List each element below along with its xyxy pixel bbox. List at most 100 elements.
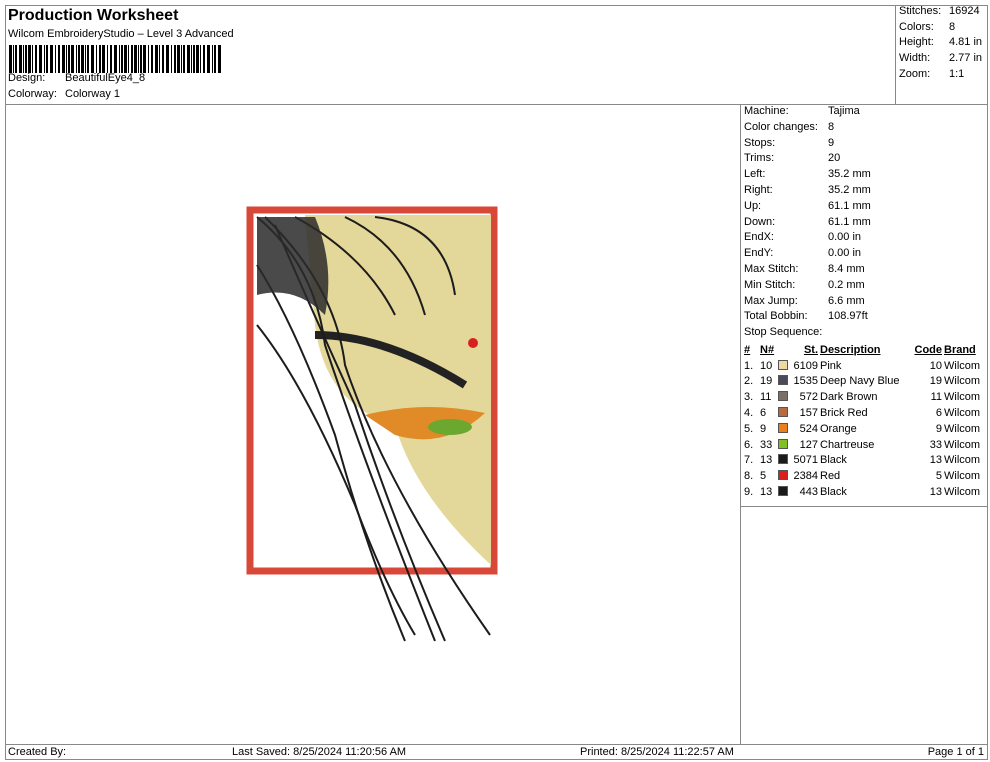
machine-info: Machine: Tajima Color changes: 8 Stops: 9 Trim… (741, 105, 988, 326)
brand: Wilcom (944, 407, 981, 420)
stat-row: Width: 2.77 in (896, 52, 988, 68)
stat-value: 16924 (949, 5, 980, 17)
machine-row: Max Jump: 6.6 mm (741, 295, 988, 311)
needle-number: 11 (760, 391, 772, 404)
machine-row: EndY: 0.00 in (741, 247, 988, 263)
stat-label: Stitches: (899, 5, 942, 17)
colorway-row: Colorway: Colorway 1 (8, 88, 120, 100)
page-title: Production Worksheet (8, 7, 179, 24)
stop-number: 9. (744, 486, 754, 499)
colorway-name: Colorway 1 (65, 88, 121, 100)
machine-value: 8.4 mm (828, 262, 865, 275)
stat-row: Colors: 8 (896, 21, 988, 37)
machine-row: Stops: 9 (741, 137, 988, 153)
table-row: 8. 5 2384 Red 5 Wilcom (743, 468, 981, 484)
stitch-count: 572 (799, 391, 818, 404)
color-code: 9 (935, 422, 942, 435)
stop-number: 2. (744, 375, 754, 388)
stop-number: 3. (744, 391, 754, 404)
machine-value: Tajima (828, 105, 860, 117)
machine-value: 6.6 mm (828, 294, 865, 307)
stat-label: Colors: (899, 20, 934, 33)
software-name: Wilcom EmbroideryStudio – Level 3 Advanc… (8, 28, 234, 40)
color-swatch (778, 486, 788, 497)
color-description: Red (820, 470, 841, 483)
brand: Wilcom (944, 438, 981, 451)
color-swatch (778, 422, 788, 433)
stitch-count: 127 (799, 438, 818, 451)
needle-number: 33 (760, 438, 773, 451)
color-code: 19 (929, 375, 942, 388)
machine-label: Max Jump: (744, 294, 798, 307)
color-swatch (778, 470, 788, 481)
table-row: 2. 19 1535 Deep Navy Blue 19 Wilcom (743, 374, 981, 390)
machine-value: 9 (828, 136, 835, 149)
needle-number: 5 (760, 470, 767, 483)
stop-number: 6. (744, 438, 754, 451)
machine-label: Stops: (744, 136, 776, 149)
stitch-count: 157 (799, 407, 818, 420)
machine-label: Up: (744, 199, 762, 212)
machine-label: Color changes: (744, 120, 818, 133)
stat-label: Width: (899, 52, 931, 65)
machine-label: Min Stitch: (744, 278, 796, 291)
machine-value: 8 (828, 120, 835, 133)
table-row: 5. 9 524 Orange 9 Wilcom (743, 421, 981, 437)
printed-date: Printed: 8/25/2024 11:22:57 AM (580, 746, 734, 758)
color-description: Black (820, 454, 847, 467)
color-swatch (778, 359, 788, 370)
stat-row: Zoom: 1:1 (896, 68, 988, 84)
info-panel: Machine: Tajima Color changes: 8 Stops: 9 Trim… (740, 105, 988, 744)
color-description: Black (820, 486, 847, 499)
needle-number: 9 (760, 422, 767, 435)
color-description: Pink (820, 359, 842, 372)
brand: Wilcom (944, 486, 981, 499)
stat-label: Height: (899, 36, 934, 49)
stop-number: 1. (744, 359, 754, 372)
column-header: N# (760, 343, 775, 356)
machine-label: EndY: (744, 247, 774, 260)
column-header: Code (914, 343, 943, 356)
brand: Wilcom (944, 454, 981, 467)
stop-sequence-table: # N# St. Description Code Brand 1. 10 6109 Pi… (743, 342, 981, 500)
table-row: 3. 11 572 Dark Brown 11 Wilcom (743, 389, 981, 405)
stitch-count: 5071 (793, 454, 818, 467)
machine-value: 61.1 mm (828, 215, 871, 228)
color-description: Chartreuse (820, 438, 875, 451)
table-row: 9. 13 443 Black 13 Wilcom (743, 484, 981, 500)
machine-value: 35.2 mm (828, 183, 871, 196)
machine-label: Trims: (744, 152, 775, 165)
needle-number: 19 (760, 375, 773, 388)
design-label: Design: (8, 72, 46, 84)
stats-box: Stitches: 16924 Colors: 8 Height: 4.81 in Widt… (895, 5, 988, 105)
column-header: Description (820, 343, 881, 356)
machine-row: Max Stitch: 8.4 mm (741, 263, 988, 279)
machine-row: Min Stitch: 0.2 mm (741, 279, 988, 295)
color-swatch (778, 407, 788, 418)
machine-row: Right: 35.2 mm (741, 184, 988, 200)
machine-row: Down: 61.1 mm (741, 216, 988, 232)
machine-value: 20 (828, 152, 841, 165)
machine-label: Machine: (744, 105, 789, 117)
color-swatch (778, 375, 788, 386)
brand: Wilcom (944, 375, 981, 388)
design-preview (245, 205, 505, 648)
brand: Wilcom (944, 391, 981, 404)
machine-label: Max Stitch: (744, 262, 799, 275)
color-code: 33 (929, 438, 942, 451)
machine-row: EndX: 0.00 in (741, 231, 988, 247)
page-number: Page 1 of 1 (927, 746, 984, 758)
colorway-label: Colorway: (8, 88, 57, 100)
machine-value: 0.00 in (828, 231, 862, 244)
table-row: 7. 13 5071 Black 13 Wilcom (743, 453, 981, 469)
color-code: 6 (935, 407, 942, 420)
stitch-count: 443 (799, 486, 818, 499)
stitch-count: 1535 (793, 375, 818, 388)
stop-sequence: Stop Sequence: # N# St. Description Code Bran… (741, 326, 988, 507)
machine-value: 61.1 mm (828, 199, 871, 212)
machine-value: 0.00 in (828, 247, 862, 260)
machine-label: EndX: (744, 231, 774, 244)
column-header: St. (803, 343, 818, 356)
color-swatch (778, 438, 788, 449)
machine-value: 108.97ft (828, 310, 868, 323)
